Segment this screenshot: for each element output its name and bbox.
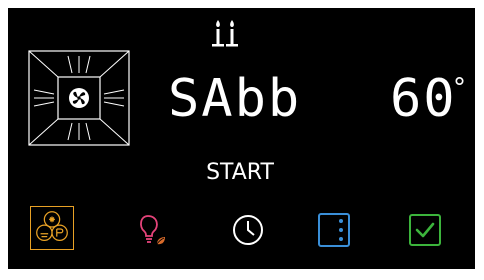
clock-icon xyxy=(233,215,263,245)
candles-icon xyxy=(212,20,238,47)
settings-button[interactable] xyxy=(30,206,74,250)
mode-temperature-display: SAbb 60 ° xyxy=(168,69,466,128)
checkbox-icon xyxy=(409,214,441,246)
door-icon xyxy=(318,213,350,247)
light-button[interactable] xyxy=(134,210,174,250)
mode-readout: SAbb xyxy=(168,69,301,128)
fan-icon xyxy=(28,50,130,146)
door-button[interactable] xyxy=(316,212,352,248)
timer-button[interactable] xyxy=(228,210,268,250)
confirm-button[interactable] xyxy=(407,212,443,248)
oven-control-panel: SAbb 60 ° START xyxy=(8,8,475,269)
start-button[interactable]: START xyxy=(180,160,300,186)
temperature-unit: ° xyxy=(453,73,466,103)
settings-icon xyxy=(36,211,68,242)
temperature-readout: 60 xyxy=(390,69,457,128)
light-bulb-icon xyxy=(140,215,165,245)
